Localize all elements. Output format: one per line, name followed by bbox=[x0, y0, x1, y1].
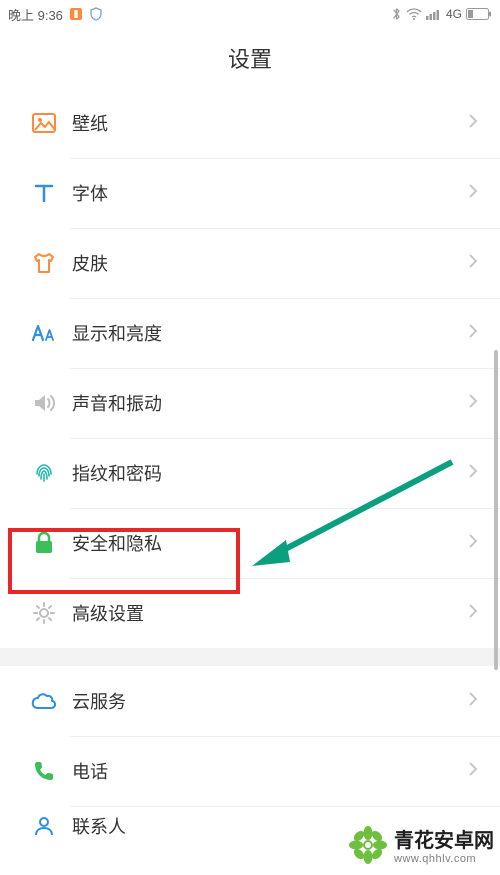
row-display[interactable]: 显示和亮度 bbox=[0, 298, 500, 368]
row-font[interactable]: 字体 bbox=[0, 158, 500, 228]
gear-icon bbox=[22, 600, 66, 626]
page-title: 设置 bbox=[0, 28, 500, 88]
watermark-url: www.qhhlv.com bbox=[394, 853, 494, 865]
chevron-right-icon bbox=[468, 761, 478, 782]
row-phone[interactable]: 电话 bbox=[0, 736, 500, 806]
text-icon bbox=[22, 180, 66, 206]
row-advanced[interactable]: 高级设置 bbox=[0, 578, 500, 648]
bluetooth-icon bbox=[391, 7, 402, 21]
network-label: 4G bbox=[446, 7, 462, 21]
watermark-name: 青花安卓网 bbox=[394, 824, 494, 853]
chevron-right-icon bbox=[468, 463, 478, 484]
row-label: 皮肤 bbox=[66, 250, 468, 276]
chevron-right-icon bbox=[468, 323, 478, 344]
phone-icon bbox=[22, 759, 66, 783]
status-shield-icon bbox=[89, 7, 103, 21]
chevron-right-icon bbox=[468, 113, 478, 134]
row-wallpaper[interactable]: 壁纸 bbox=[0, 88, 500, 158]
status-bar: 晚上 9:36 4G bbox=[0, 0, 500, 28]
row-sound[interactable]: 声音和振动 bbox=[0, 368, 500, 438]
scrollbar-thumb[interactable] bbox=[494, 350, 498, 670]
status-app-badge-icon bbox=[69, 7, 83, 21]
lock-icon bbox=[22, 530, 66, 556]
chevron-right-icon bbox=[468, 533, 478, 554]
row-label: 指纹和密码 bbox=[66, 460, 468, 486]
battery-icon bbox=[466, 8, 492, 20]
row-label: 云服务 bbox=[66, 688, 468, 714]
status-left: 晚上 9:36 bbox=[8, 5, 103, 24]
row-label: 安全和隐私 bbox=[66, 530, 468, 556]
row-label: 壁纸 bbox=[66, 110, 468, 136]
cloud-icon bbox=[22, 691, 66, 711]
flower-logo-icon bbox=[348, 825, 388, 865]
row-label: 字体 bbox=[66, 180, 468, 206]
screen: 晚上 9:36 4G 设置 bbox=[0, 0, 500, 875]
chevron-right-icon bbox=[468, 603, 478, 624]
row-cloud[interactable]: 云服务 bbox=[0, 666, 500, 736]
status-time: 晚上 9:36 bbox=[8, 5, 63, 24]
row-skin[interactable]: 皮肤 bbox=[0, 228, 500, 298]
chevron-right-icon bbox=[468, 393, 478, 414]
watermark: 青花安卓网 www.qhhlv.com bbox=[348, 824, 494, 865]
signal-icon bbox=[426, 8, 442, 20]
person-icon bbox=[22, 814, 66, 838]
speaker-icon bbox=[22, 390, 66, 416]
row-label: 声音和振动 bbox=[66, 390, 468, 416]
section-gap bbox=[0, 648, 500, 666]
row-fingerprint[interactable]: 指纹和密码 bbox=[0, 438, 500, 508]
row-security[interactable]: 安全和隐私 bbox=[0, 508, 500, 578]
chevron-right-icon bbox=[468, 183, 478, 204]
fingerprint-icon bbox=[22, 460, 66, 486]
status-right: 4G bbox=[391, 7, 492, 21]
settings-list[interactable]: 壁纸 字体 皮肤 显示和亮度 bbox=[0, 88, 500, 846]
row-label: 显示和亮度 bbox=[66, 320, 468, 346]
row-label: 电话 bbox=[66, 758, 468, 784]
chevron-right-icon bbox=[468, 253, 478, 274]
image-icon bbox=[22, 110, 66, 136]
font-size-icon bbox=[22, 322, 66, 344]
wifi-icon bbox=[406, 8, 422, 20]
row-label: 高级设置 bbox=[66, 600, 468, 626]
title-text: 设置 bbox=[228, 42, 272, 74]
tshirt-icon bbox=[22, 250, 66, 276]
chevron-right-icon bbox=[468, 691, 478, 712]
